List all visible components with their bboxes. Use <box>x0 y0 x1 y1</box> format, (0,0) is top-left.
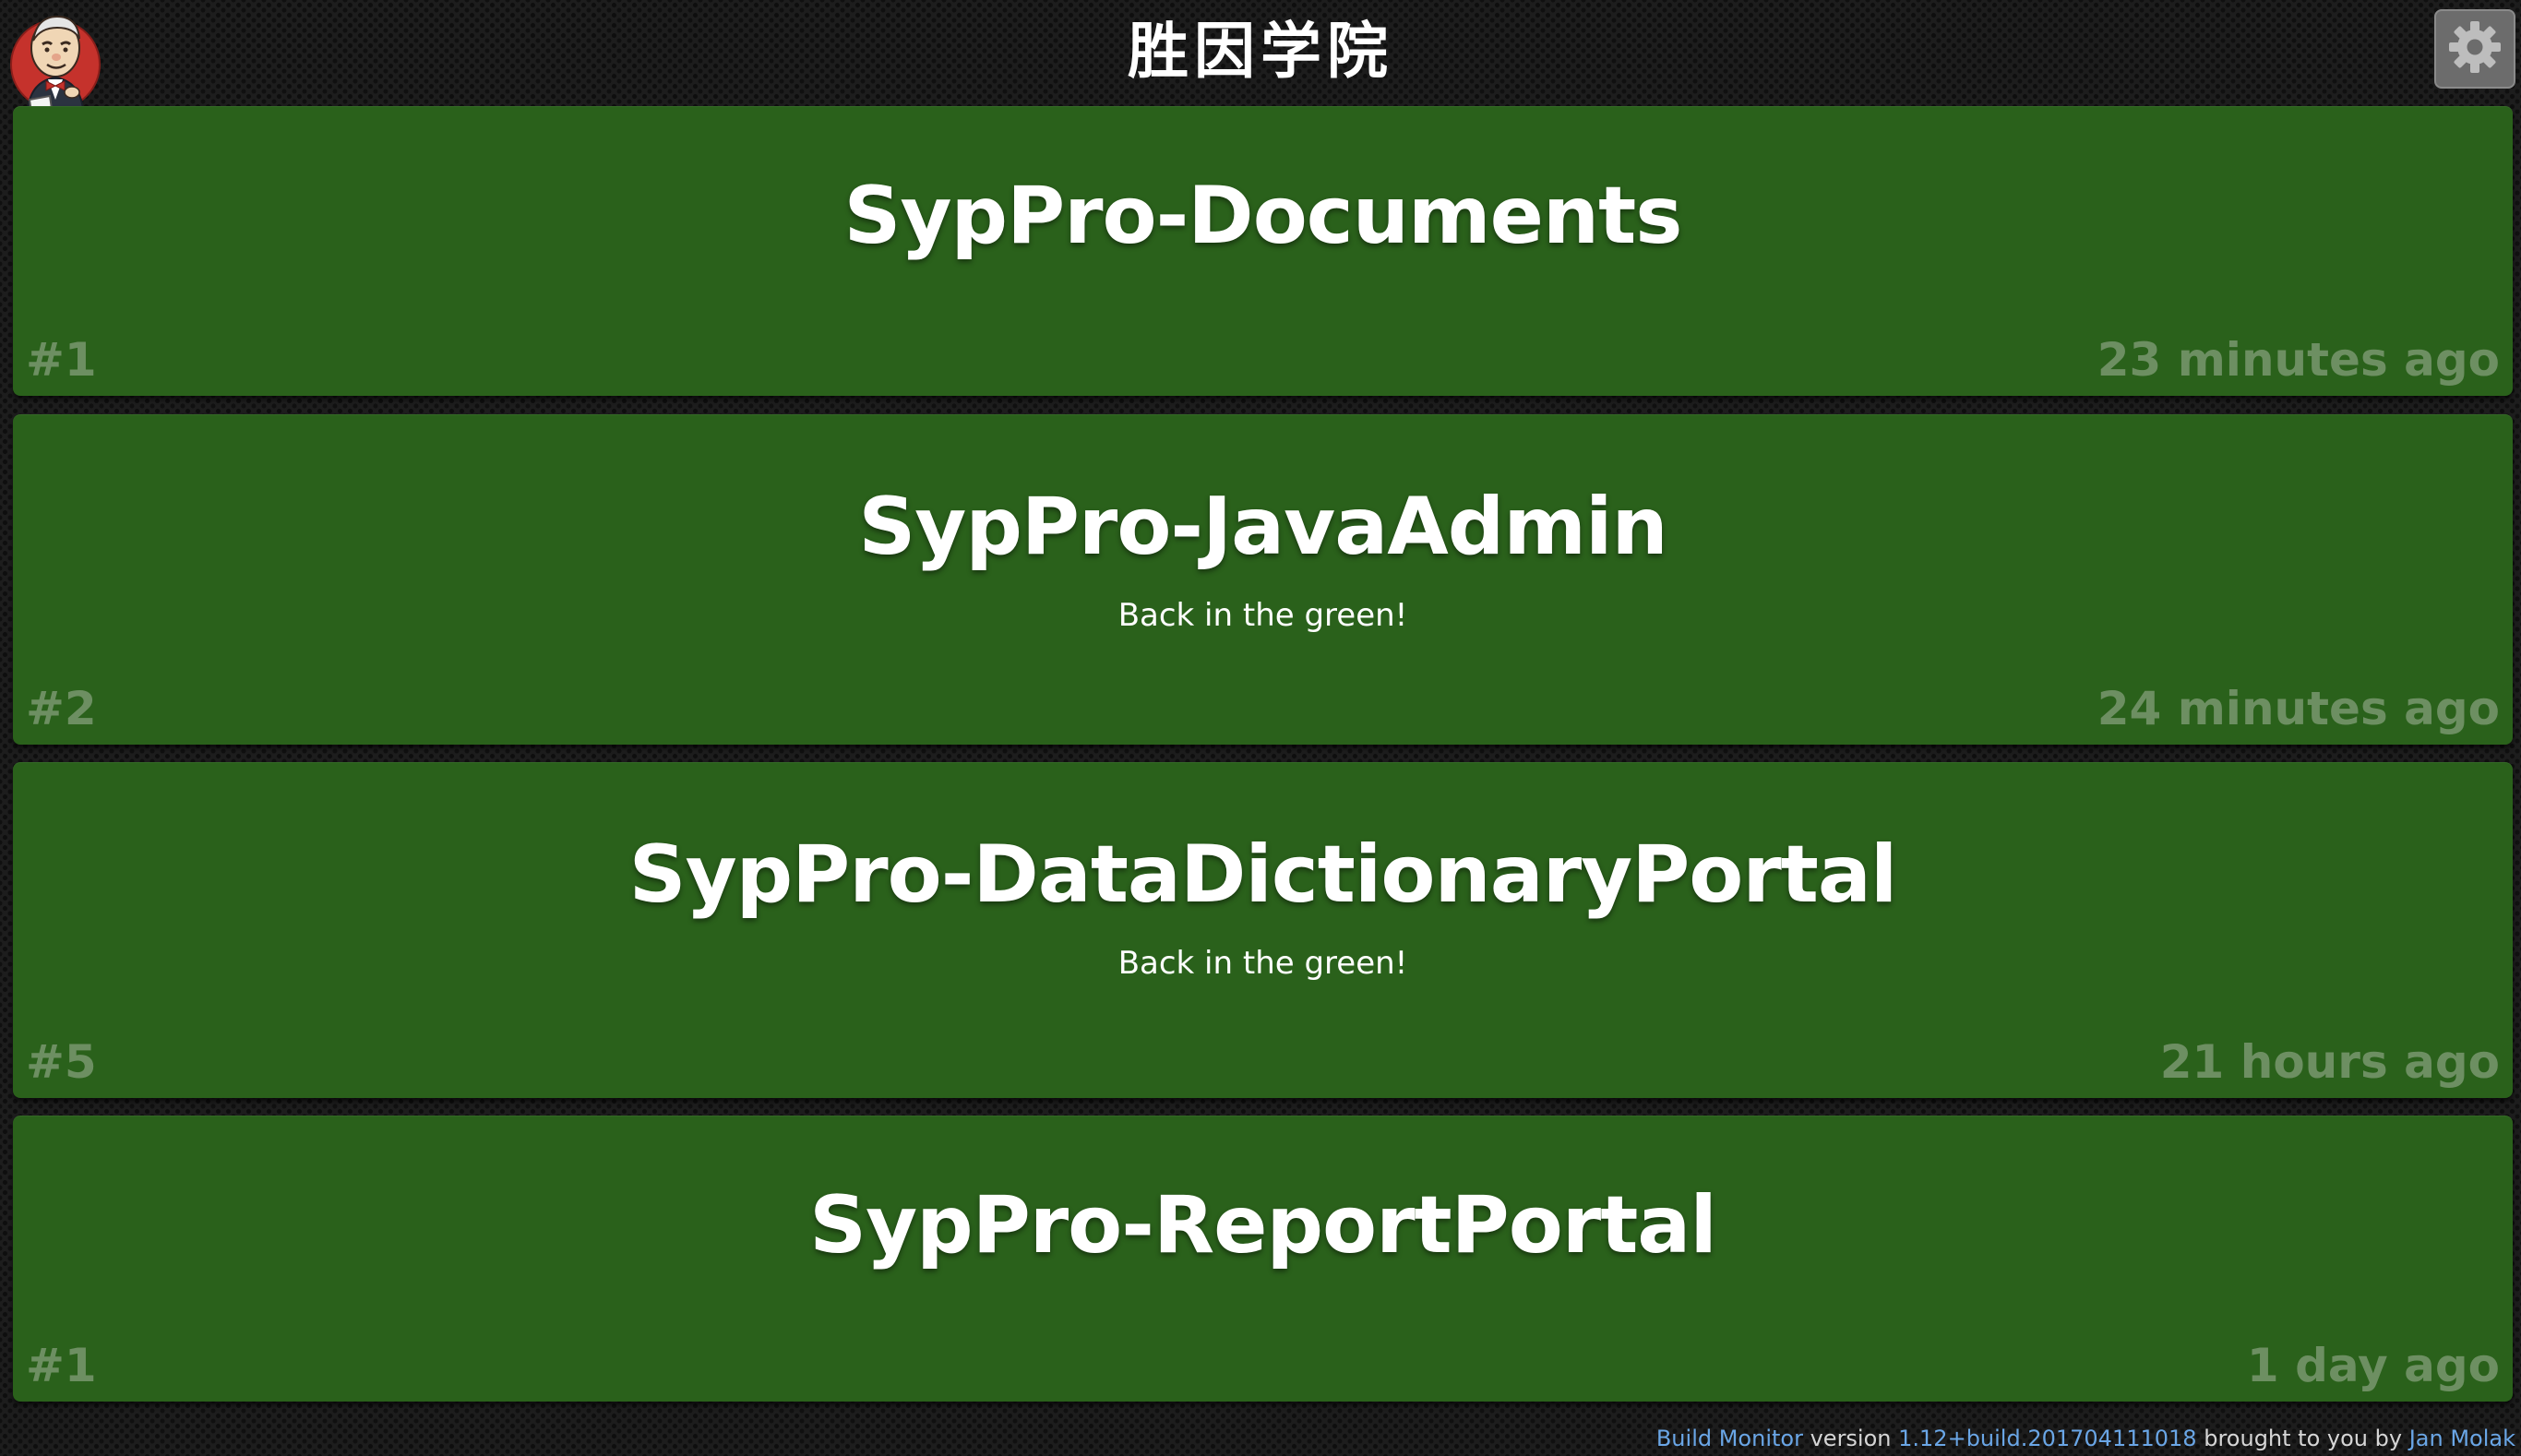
build-number[interactable]: #1 <box>26 331 97 388</box>
job-status-message: Back in the green! <box>1117 945 1408 982</box>
job-name[interactable]: SypPro-ReportPortal <box>13 1179 2513 1271</box>
author-link[interactable]: Jan Molak <box>2409 1426 2515 1451</box>
job-name[interactable]: SypPro-Documents <box>13 170 2513 262</box>
brought-by-label: brought to you by <box>2204 1426 2403 1451</box>
build-number[interactable]: #1 <box>26 1337 97 1394</box>
job-status-message: Back in the green! <box>1117 597 1408 634</box>
build-monitor: 胜因学院 SypPro-Documents #1 23 minutes ago … <box>0 0 2521 1456</box>
footer: Build Monitor version 1.12+build.2017041… <box>1656 1425 2515 1452</box>
job-tile-syppro-reportportal[interactable]: SypPro-ReportPortal #1 1 day ago <box>13 1116 2513 1402</box>
gear-icon <box>2445 18 2504 80</box>
build-time: 23 minutes ago <box>2097 333 2500 387</box>
version-label: version <box>1810 1426 1892 1451</box>
version-link[interactable]: 1.12+build.201704111018 <box>1898 1426 2196 1451</box>
build-number[interactable]: #2 <box>26 680 97 737</box>
job-tile-syppro-javaadmin[interactable]: SypPro-JavaAdmin Back in the green! #2 2… <box>13 414 2513 745</box>
job-tile-syppro-documents[interactable]: SypPro-Documents #1 23 minutes ago <box>13 106 2513 396</box>
job-name[interactable]: SypPro-JavaAdmin <box>13 481 2513 573</box>
build-monitor-link[interactable]: Build Monitor <box>1656 1426 1803 1451</box>
build-time: 21 hours ago <box>2159 1035 2500 1089</box>
job-name[interactable]: SypPro-DataDictionaryPortal <box>13 829 2513 921</box>
settings-button[interactable] <box>2434 9 2515 89</box>
build-time: 24 minutes ago <box>2097 682 2500 735</box>
job-tile-syppro-datadictionaryportal[interactable]: SypPro-DataDictionaryPortal Back in the … <box>13 762 2513 1098</box>
build-time: 1 day ago <box>2246 1339 2500 1392</box>
page-title: 胜因学院 <box>1128 16 1393 87</box>
build-number[interactable]: #5 <box>26 1033 97 1091</box>
